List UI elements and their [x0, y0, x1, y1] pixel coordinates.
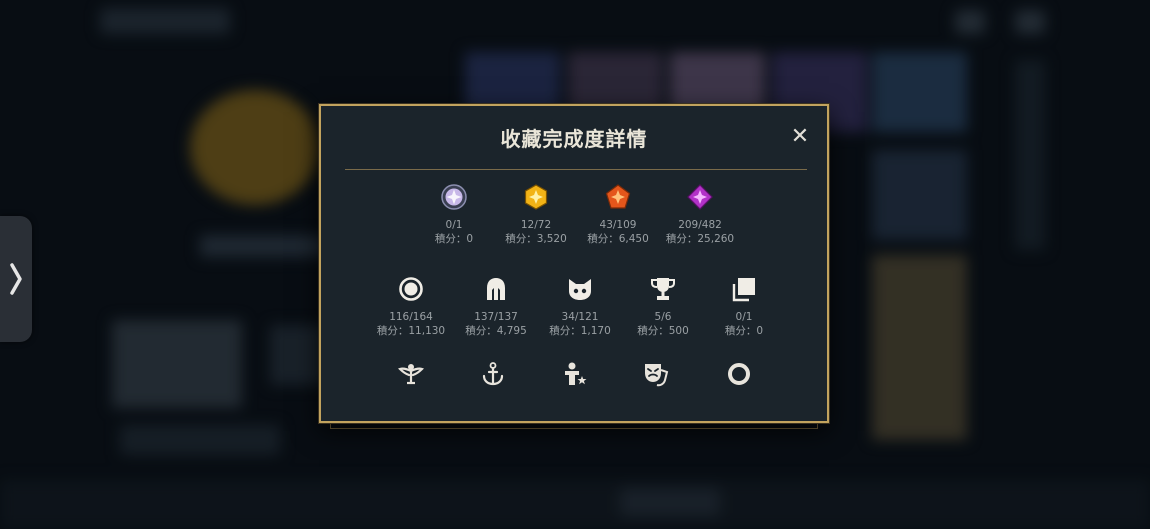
cat-face-icon: [569, 279, 591, 300]
stat-count: 116/164: [389, 311, 433, 323]
purple-gem-icon: [687, 184, 713, 210]
modal-title: 收藏完成度詳情: [500, 127, 648, 151]
orange-gem-icon: [605, 184, 631, 209]
stat-count: 0/1: [735, 311, 753, 323]
anchor-icon[interactable]: [480, 361, 506, 387]
stat-count: 34/121: [561, 311, 599, 323]
stat-count: 5/6: [654, 311, 672, 323]
stat-clear-gem: 0/1 積分：0: [409, 184, 499, 246]
modal-base-trim: [330, 423, 818, 429]
stat-points: 積分：500: [637, 325, 689, 337]
gold-gem-icon: [524, 184, 548, 210]
stat-points: 積分：4,795: [465, 325, 527, 337]
trophy-icon: [651, 278, 675, 300]
side-panel-expand-tab[interactable]: [0, 216, 32, 342]
stat-count: 209/482: [678, 219, 722, 231]
stat-companions: 34/121 積分：1,170: [535, 276, 625, 338]
stat-orange-gem: 43/109 積分：6,450: [573, 184, 663, 246]
chevron-right-icon: [10, 263, 22, 295]
stat-points: 積分：0: [434, 233, 474, 245]
stat-gold-gem: 12/72 積分：3,520: [491, 184, 581, 246]
stat-points: 積分：3,520: [505, 233, 567, 245]
title-divider: [345, 169, 807, 170]
stat-points: 積分：1,170: [549, 325, 611, 337]
stat-points: 積分：25,260: [665, 233, 735, 245]
stat-icons: 116/164 積分：11,130: [366, 276, 456, 338]
stat-points: 積分：6,450: [587, 233, 649, 245]
stat-trophies: 5/6 積分：500: [618, 276, 708, 338]
stat-count: 137/137: [474, 311, 518, 323]
stacked-cards-icon: [732, 278, 755, 302]
theater-masks-icon[interactable]: [643, 361, 669, 387]
clear-gem-icon: [441, 184, 467, 210]
ring-outline-icon[interactable]: [726, 361, 752, 387]
stat-count: 12/72: [520, 219, 552, 231]
helmet-icon: [487, 278, 505, 300]
stat-champions: 137/137 積分：4,795: [451, 276, 541, 338]
stat-count: 0/1: [445, 219, 463, 231]
person-star-icon[interactable]: [562, 361, 588, 387]
collection-completion-modal: 收藏完成度詳情 ✕ 0/1 積分：0 12/72 積分：3,520 43/109…: [319, 104, 829, 423]
stat-cards: 0/1 積分：0: [699, 276, 789, 338]
ring-icon: [399, 277, 423, 301]
stat-purple-gem: 209/482 積分：25,260: [655, 184, 745, 246]
winged-emblem-icon[interactable]: [398, 361, 424, 387]
close-button[interactable]: ✕: [789, 126, 811, 148]
stat-count: 43/109: [599, 219, 637, 231]
stat-points: 積分：0: [724, 325, 764, 337]
stat-points: 積分：11,130: [376, 325, 446, 337]
